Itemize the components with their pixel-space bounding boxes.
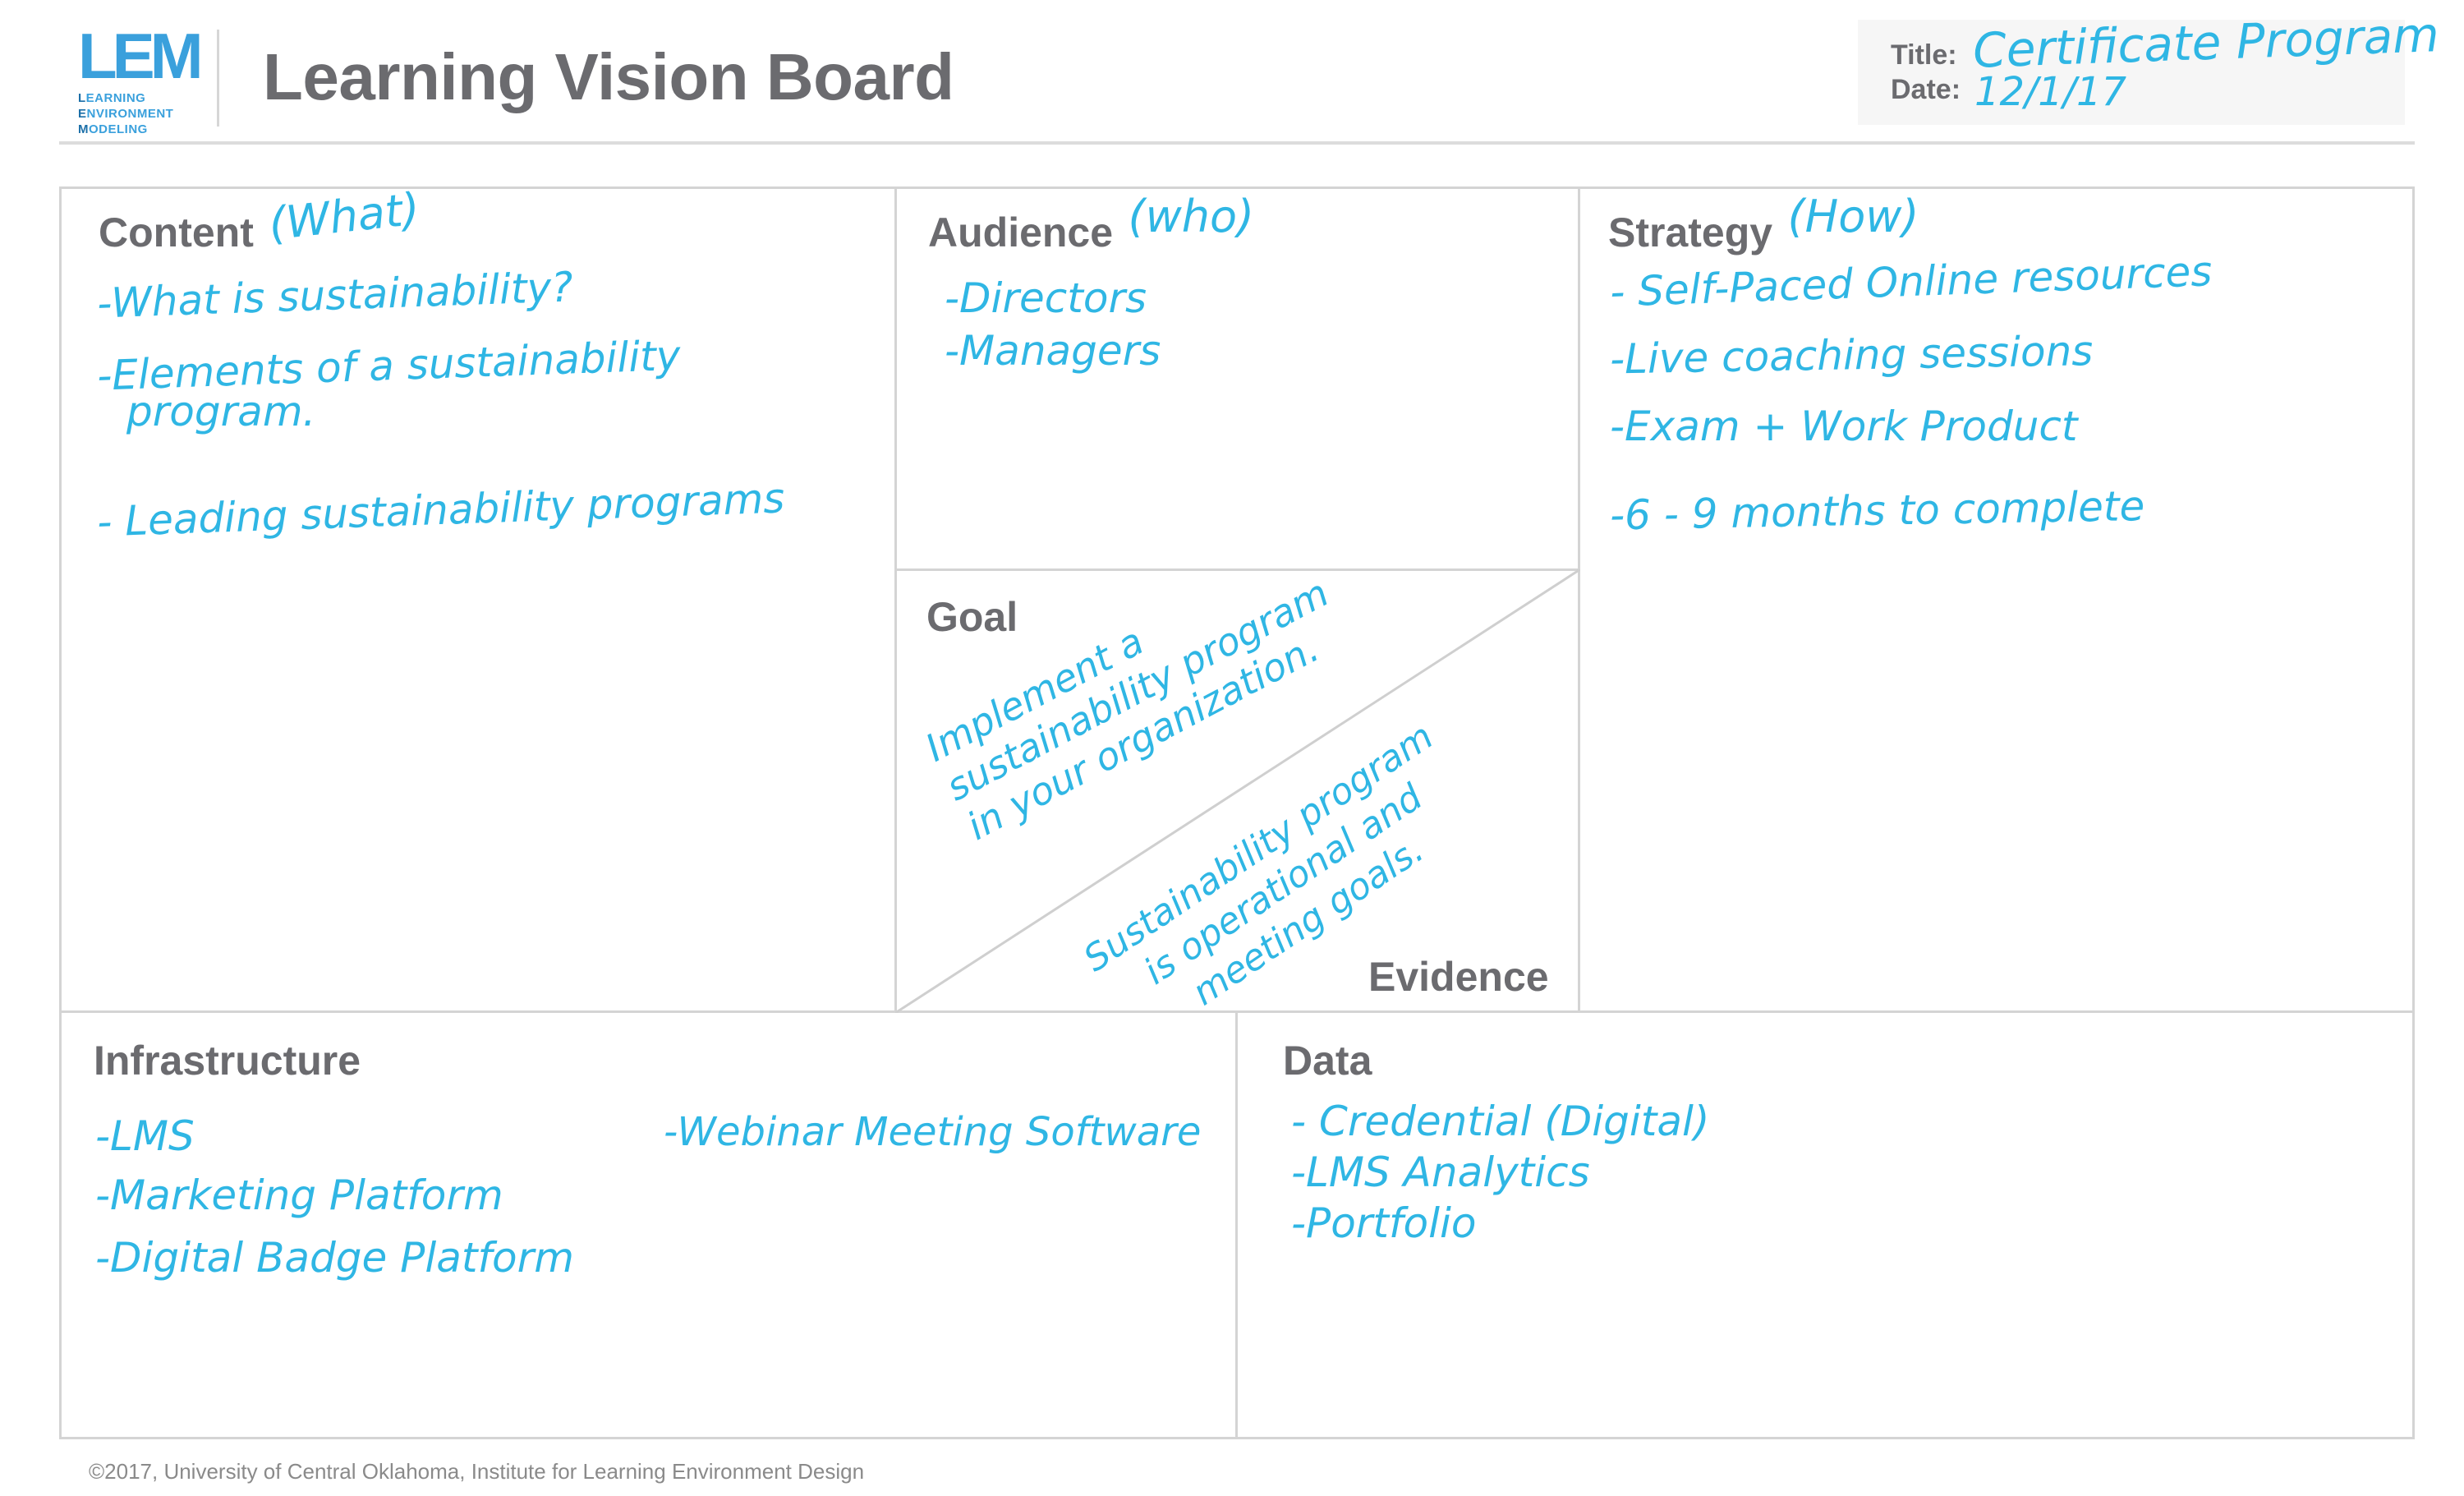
list-item: -Managers: [945, 327, 1161, 375]
list-item: -Marketing Platform: [95, 1171, 503, 1219]
infrastructure-list: -LMS -Marketing Platform -Digital Badge …: [95, 1116, 574, 1278]
list-item: -Portfolio: [1291, 1199, 1477, 1247]
title-value[interactable]: Certificate Program: [1972, 7, 2440, 79]
logo-line-learning: LEARNING: [78, 91, 146, 105]
goal-title: Goal: [926, 594, 1018, 640]
data-title: Data: [1283, 1038, 1372, 1084]
strategy-aside: (How): [1787, 191, 1919, 242]
content-title: Content: [99, 209, 254, 255]
list-item: -Elements of a sustainability: [96, 331, 682, 400]
list-item: -LMS Analytics: [1291, 1148, 1590, 1196]
logo-line-environment: ENVIRONMENT: [78, 107, 174, 121]
copyright-footer: ©2017, University of Central Oklahoma, I…: [89, 1459, 865, 1484]
audience-title: Audience: [928, 209, 1114, 255]
list-item: - Credential (Digital): [1291, 1098, 1710, 1145]
title-label: Title:: [1891, 39, 1957, 71]
logo-line-modeling: MODELING: [78, 122, 148, 136]
divider-infrastructure-data: [1235, 1010, 1238, 1439]
logo-divider: [217, 30, 219, 127]
data-list: - Credential (Digital) -LMS Analytics -P…: [1291, 1101, 1709, 1244]
list-item: program.: [126, 388, 316, 435]
list-item: -Live coaching sessions: [1609, 327, 2094, 384]
list-item: -Digital Badge Platform: [95, 1234, 574, 1282]
strategy-panel: Strategy (How): [1608, 191, 1919, 257]
audience-list: -Directors -Managers: [945, 278, 1161, 371]
content-panel: Content (What): [99, 183, 422, 255]
evidence-title: Evidence: [1368, 954, 1549, 1000]
title-date-box: Title: Certificate Program Date: 12/1/17: [1858, 7, 2440, 125]
list-item: -6 - 9 months to complete: [1609, 482, 2145, 540]
date-value[interactable]: 12/1/17: [1974, 69, 2126, 115]
list-item: -Exam + Work Product: [1610, 403, 2078, 450]
header-rule: [59, 141, 2415, 145]
audience-aside: (who): [1128, 191, 1255, 242]
date-label: Date:: [1891, 74, 1961, 105]
infrastructure-title: Infrastructure: [94, 1038, 361, 1084]
infrastructure-extra-item: -Webinar Meeting Software: [664, 1109, 1202, 1155]
list-item: -Directors: [945, 274, 1147, 322]
lem-logo: LEM LEARNING ENVIRONMENT MODELING: [78, 20, 204, 137]
strategy-title: Strategy: [1608, 209, 1773, 255]
content-list: -What is sustainability? -Elements of a …: [96, 263, 785, 545]
logo-mark: LEM: [78, 20, 204, 92]
logo-wordmark: LEARNING ENVIRONMENT MODELING: [78, 90, 201, 137]
strategy-list: - Self-Paced Online resources -Live coac…: [1609, 247, 2213, 539]
audience-panel: Audience (who): [928, 191, 1254, 257]
page-title: Learning Vision Board: [263, 40, 954, 113]
list-item: -LMS: [95, 1112, 195, 1160]
